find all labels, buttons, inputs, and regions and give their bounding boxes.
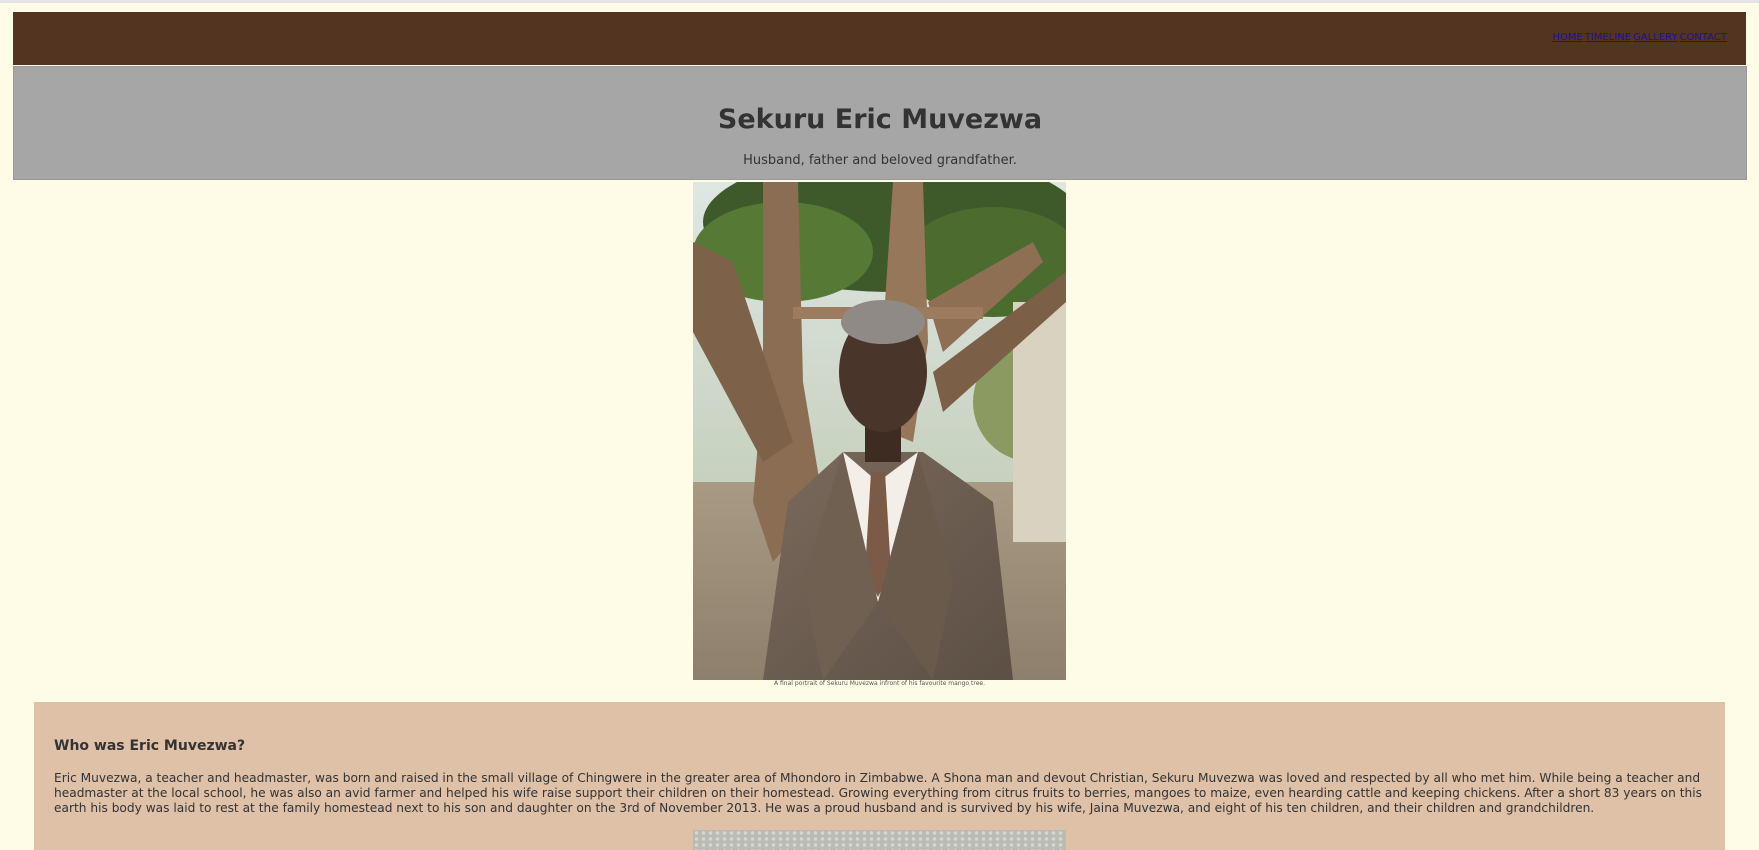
nav-link-gallery[interactable]: GALLERY (1633, 32, 1677, 43)
nav-link-contact[interactable]: CONTACT (1680, 32, 1727, 43)
browser-top-border (0, 0, 1759, 3)
bio-heading: Who was Eric Muvezwa? (54, 738, 246, 754)
portrait-photo (693, 182, 1066, 680)
navbar: HOME TIMELINE GALLERY CONTACT (13, 12, 1746, 65)
portrait-caption: A final portrait of Sekuru Muvezwa infro… (774, 680, 985, 687)
header-banner: Sekuru Eric Muvezwa Husband, father and … (13, 66, 1747, 180)
second-photo (693, 830, 1066, 850)
portrait-illustration (693, 182, 1066, 680)
bio-text: Eric Muvezwa, a teacher and headmaster, … (54, 771, 1702, 815)
nav-link-home[interactable]: HOME (1552, 32, 1582, 43)
page-title: Sekuru Eric Muvezwa (717, 104, 1043, 135)
bio-section: Who was Eric Muvezwa? Eric Muvezwa, a te… (34, 702, 1725, 850)
nav-links: HOME TIMELINE GALLERY CONTACT (1550, 32, 1727, 43)
nav-link-timeline[interactable]: TIMELINE (1585, 32, 1631, 43)
page-subtitle: Husband, father and beloved grandfather. (743, 153, 1017, 168)
